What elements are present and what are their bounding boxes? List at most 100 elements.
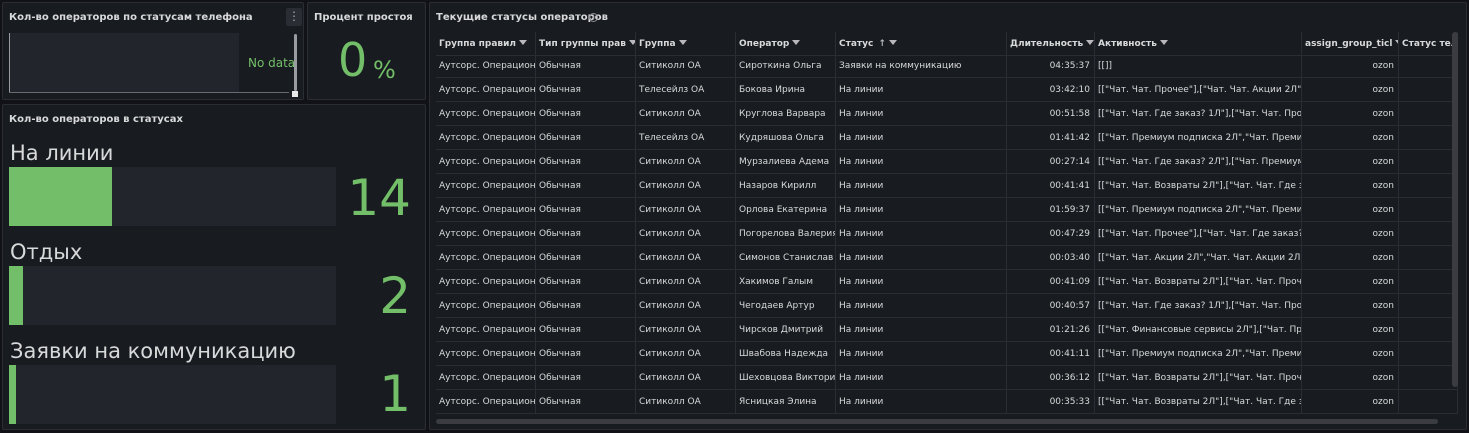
column-header-label: Тип группы прав xyxy=(539,39,626,49)
column-header-rule-group[interactable]: Группа правил xyxy=(436,32,536,56)
table-cell-rule-group-type: Обычная xyxy=(536,294,636,318)
table-row[interactable]: Аутсорс. Операцион Обычная Телесейлз ОА Бок… xyxy=(436,78,1458,102)
table-cell-duration: 00:27:14 xyxy=(1007,150,1095,174)
table-cell-group: Ситиколл ОА xyxy=(636,366,736,390)
table-cell-duration: 00:36:12 xyxy=(1007,366,1095,390)
table-cell-rule-group-type: Обычная xyxy=(536,246,636,270)
table-cell-operator: Хакимов Галым xyxy=(736,270,836,294)
table-cell-activity: [["Чат. Премиум подписка 2Л","Чат. Преми xyxy=(1095,198,1302,222)
operator-statuses-table-panel: Текущие статусы операторов i Группа прав… xyxy=(429,2,1467,430)
phone-status-panel-title: Кол-во операторов по статусам телефона xyxy=(9,12,253,23)
bar-gauge-label: На линии xyxy=(10,141,114,165)
table-cell-activity: [["Чат. Премиум подписка 2Л","Чат. Преми xyxy=(1095,342,1302,366)
table-cell-rule-group: Аутсорс. Операцион xyxy=(436,246,536,270)
column-header-duration[interactable]: Длительность xyxy=(1007,32,1095,56)
table-cell-rule-group-type: Обычная xyxy=(536,102,636,126)
table-cell-duration: 00:41:41 xyxy=(1007,174,1095,198)
table-row[interactable]: Аутсорс. Операцион Обычная Ситиколл ОА Мурз… xyxy=(436,150,1458,174)
table-cell-rule-group-type: Обычная xyxy=(536,150,636,174)
table-cell-assign-group: ozon xyxy=(1302,246,1399,270)
table-row[interactable]: Аутсорс. Операцион Обычная Ситиколл ОА Сиро… xyxy=(436,54,1458,78)
x-axis-line xyxy=(9,92,289,93)
table-cell-rule-group-type: Обычная xyxy=(536,318,636,342)
table-cell-phone-status xyxy=(1399,342,1458,366)
idle-percent-panel: Процент простоя 0 % xyxy=(307,2,426,100)
filter-icon[interactable] xyxy=(519,40,528,45)
table-row[interactable]: Аутсорс. Операцион Обычная Ситиколл ОА Пого… xyxy=(436,222,1458,246)
column-header-assign-group[interactable]: assign_group_ticl xyxy=(1302,32,1399,56)
table-cell-phone-status xyxy=(1399,270,1458,294)
table-row[interactable]: Аутсорс. Операцион Обычная Ситиколл ОА Чирс… xyxy=(436,318,1458,342)
table-row[interactable]: Аутсорс. Операцион Обычная Ситиколл ОА Чего… xyxy=(436,294,1458,318)
phone-status-plot-area xyxy=(10,33,239,92)
filter-icon[interactable] xyxy=(1086,40,1094,45)
filter-icon[interactable] xyxy=(888,40,897,45)
table-cell-status: На линии xyxy=(836,270,1007,294)
column-header-activity[interactable]: Активность xyxy=(1095,32,1302,56)
filter-icon[interactable] xyxy=(678,40,687,45)
table-cell-rule-group: Аутсорс. Операцион xyxy=(436,294,536,318)
column-header-group[interactable]: Группа xyxy=(636,32,736,56)
table-row[interactable]: Аутсорс. Операцион Обычная Ситиколл ОА Шехо… xyxy=(436,366,1458,390)
table-cell-rule-group-type: Обычная xyxy=(536,366,636,390)
table-row[interactable]: Аутсорс. Операцион Обычная Ситиколл ОА Наза… xyxy=(436,174,1458,198)
kebab-menu-icon[interactable]: ⋮ xyxy=(286,8,302,26)
table-cell-rule-group: Аутсорс. Операцион xyxy=(436,222,536,246)
table-cell-rule-group: Аутсорс. Операцион xyxy=(436,174,536,198)
table-cell-assign-group: ozon xyxy=(1302,54,1399,78)
sort-asc-icon[interactable]: ↑ xyxy=(878,39,886,49)
column-header-label: Группа xyxy=(639,39,676,49)
table-cell-duration: 00:47:29 xyxy=(1007,222,1095,246)
operators-by-status-panel-title: Кол-во операторов в статусах xyxy=(9,114,183,125)
table-cell-rule-group-type: Обычная xyxy=(536,390,636,414)
table-row[interactable]: Аутсорс. Операцион Обычная Ситиколл ОА Ясни… xyxy=(436,390,1458,414)
column-header-operator[interactable]: Оператор xyxy=(736,32,836,56)
table-cell-rule-group: Аутсорс. Операцион xyxy=(436,198,536,222)
table-cell-operator: Кудряшова Ольга xyxy=(736,126,836,150)
resize-handle[interactable] xyxy=(292,91,298,97)
table-cell-activity: [["Чат. Чат. Возвраты 2Л"],["Чат. Чат. Г… xyxy=(1095,174,1302,198)
column-header-status[interactable]: Статус ↑ xyxy=(836,32,1007,56)
table-cell-phone-status xyxy=(1399,54,1458,78)
column-header-rule-group-type[interactable]: Тип группы прав xyxy=(536,32,636,56)
table-cell-status: На линии xyxy=(836,366,1007,390)
table-vertical-scrollbar[interactable] xyxy=(1452,32,1458,387)
table-cell-rule-group-type: Обычная xyxy=(536,78,636,102)
table-row[interactable]: Аутсорс. Операцион Обычная Ситиколл ОА Орло… xyxy=(436,198,1458,222)
table-row[interactable]: Аутсорс. Операцион Обычная Ситиколл ОА Хаки… xyxy=(436,270,1458,294)
filter-icon[interactable] xyxy=(1159,40,1168,45)
column-header-label: Статус xyxy=(839,39,874,49)
table-cell-duration: 00:41:11 xyxy=(1007,342,1095,366)
filter-icon[interactable] xyxy=(628,40,635,45)
table-cell-activity: [["Чат. Чат. Где заказ? 1Л"],["Чат. Чат.… xyxy=(1095,102,1302,126)
table-cell-operator: Ясницкая Элина xyxy=(736,390,836,414)
table-cell-activity: [["Чат. Чат. Где заказ? 1Л"],["Чат. Чат.… xyxy=(1095,294,1302,318)
table-cell-group: Телесейлз ОА xyxy=(636,126,736,150)
bar-gauge-track xyxy=(9,167,336,226)
info-icon[interactable]: i xyxy=(589,13,598,22)
column-header-phone-status[interactable]: Статус теле xyxy=(1399,32,1458,56)
table-cell-activity: [["Чат. Чат. Прочее"],["Чат. Чат. Акции … xyxy=(1095,78,1302,102)
table-row[interactable]: Аутсорс. Операцион Обычная Ситиколл ОА Круг… xyxy=(436,102,1458,126)
table-cell-activity: [["Чат. Чат. Возвраты 2Л"],["Чат. Чат. П… xyxy=(1095,270,1302,294)
filter-icon[interactable] xyxy=(792,40,801,45)
bar-gauge-fill xyxy=(9,266,23,325)
table-cell-phone-status xyxy=(1399,126,1458,150)
table-row[interactable]: Аутсорс. Операцион Обычная Ситиколл ОА Шваб… xyxy=(436,342,1458,366)
table-cell-activity: [["Чат. Финансовые сервисы 2Л"],["Чат. П… xyxy=(1095,318,1302,342)
table-horizontal-scrollbar[interactable] xyxy=(436,419,1438,424)
table-row[interactable]: Аутсорс. Операцион Обычная Телесейлз ОА Куд… xyxy=(436,126,1458,150)
table-cell-operator: Сироткина Ольга xyxy=(736,54,836,78)
bar-gauge-track xyxy=(9,365,336,424)
panel-scrollbar[interactable] xyxy=(294,34,297,91)
table-cell-phone-status xyxy=(1399,294,1458,318)
table-cell-group: Телесейлз ОА xyxy=(636,78,736,102)
table-cell-group: Ситиколл ОА xyxy=(636,294,736,318)
table-cell-group: Ситиколл ОА xyxy=(636,270,736,294)
table-row[interactable]: Аутсорс. Операцион Обычная Ситиколл ОА Симо… xyxy=(436,246,1458,270)
table-cell-rule-group-type: Обычная xyxy=(536,126,636,150)
table-cell-duration: 00:03:40 xyxy=(1007,246,1095,270)
table-cell-rule-group: Аутсорс. Операцион xyxy=(436,54,536,78)
table-cell-rule-group: Аутсорс. Операцион xyxy=(436,342,536,366)
table-cell-assign-group: ozon xyxy=(1302,390,1399,414)
